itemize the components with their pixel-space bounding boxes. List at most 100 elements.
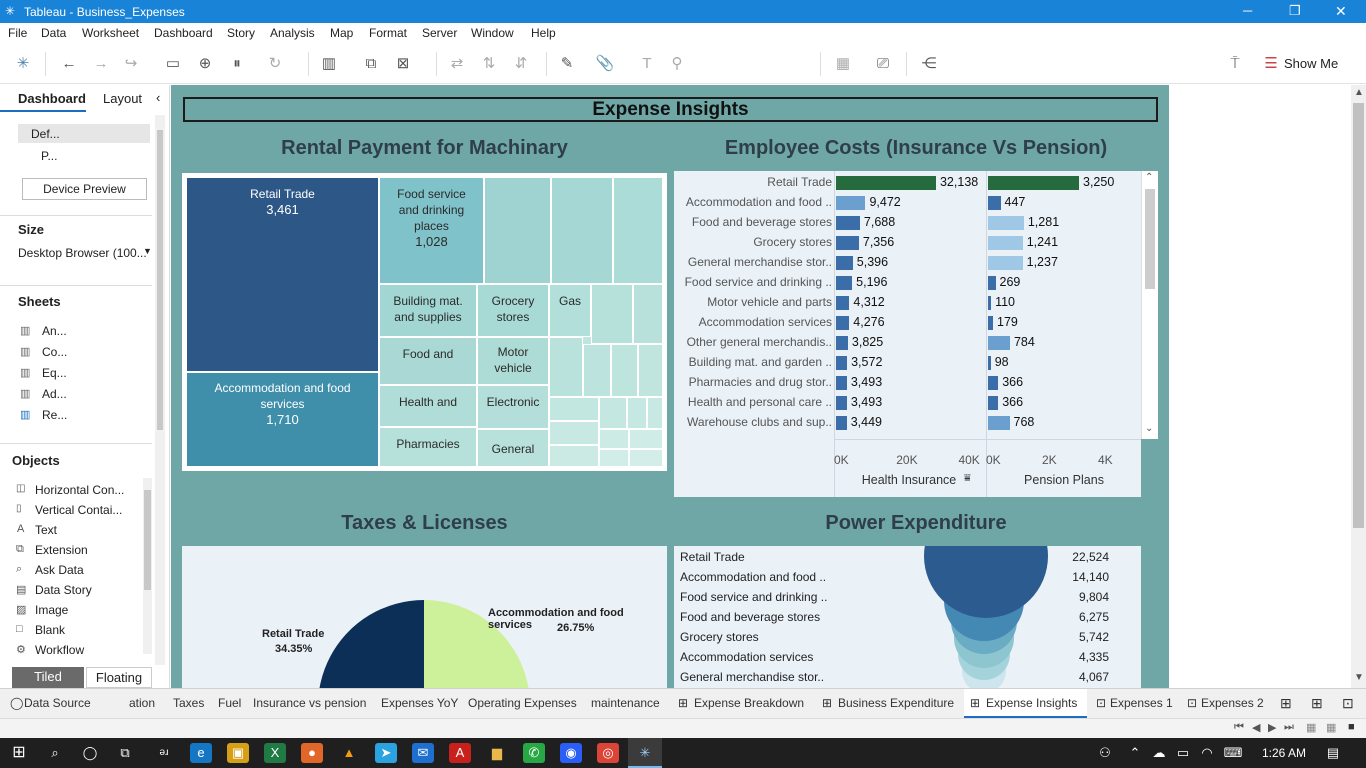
- tab-story[interactable]: Expenses 1: [1106, 689, 1177, 718]
- health-insurance-bar[interactable]: [836, 396, 847, 410]
- keyboard-icon[interactable]: ⌨: [1222, 743, 1244, 763]
- show-tabs-icon[interactable]: ▦: [1326, 721, 1336, 734]
- chrome-icon[interactable]: ◎: [597, 743, 619, 763]
- chevron-up-icon[interactable]: ⌃: [1124, 743, 1146, 763]
- scrollbar-thumb[interactable]: [1145, 189, 1155, 289]
- object-item[interactable]: Extension: [35, 543, 88, 557]
- share-icon[interactable]: ⋲: [918, 54, 940, 74]
- pin-icon[interactable]: ⚲: [666, 54, 688, 74]
- edge-icon[interactable]: e: [190, 743, 212, 763]
- treemap-cell[interactable]: [627, 397, 647, 429]
- treemap-cell-retail-trade[interactable]: Retail Trade 3,461: [186, 177, 379, 372]
- sheet-item[interactable]: Eq...: [42, 366, 67, 380]
- pension-plans-bar[interactable]: [988, 336, 1010, 350]
- tab-sheet[interactable]: maintenance: [587, 689, 664, 718]
- zoom-icon[interactable]: ◉: [560, 743, 582, 763]
- menu-analysis[interactable]: Analysis: [270, 26, 315, 40]
- show-cards-icon[interactable]: ▦: [832, 54, 854, 74]
- presentation-icon[interactable]: ⎚: [872, 54, 894, 74]
- menu-format[interactable]: Format: [369, 26, 407, 40]
- save-icon[interactable]: ▭: [162, 54, 184, 74]
- tab-sheet[interactable]: Insurance vs pension: [249, 689, 370, 718]
- object-item[interactable]: Image: [35, 603, 68, 617]
- sheet-item[interactable]: Co...: [42, 345, 67, 359]
- object-item[interactable]: Workflow: [35, 643, 84, 657]
- treemap-cell-food-and[interactable]: Food and: [379, 337, 477, 385]
- onedrive-icon[interactable]: ☁: [1148, 743, 1170, 763]
- menu-worksheet[interactable]: Worksheet: [82, 26, 139, 40]
- menu-map[interactable]: Map: [330, 26, 353, 40]
- show-me-icon[interactable]: ☰: [1260, 54, 1282, 74]
- wifi-icon[interactable]: ◠: [1196, 743, 1218, 763]
- treemap-cell[interactable]: [629, 449, 663, 467]
- device-default[interactable]: Def...: [31, 127, 60, 141]
- pension-plans-bar[interactable]: [988, 216, 1024, 230]
- sheet-item[interactable]: An...: [42, 324, 67, 338]
- prev-sheet-icon[interactable]: ◀: [1252, 721, 1260, 734]
- scrollbar-thumb[interactable]: [1353, 103, 1364, 528]
- replay-icon[interactable]: ↪: [120, 54, 142, 74]
- treemap-cell-general[interactable]: General: [477, 429, 549, 467]
- sheet-item[interactable]: Ad...: [42, 387, 67, 401]
- pension-plans-bar[interactable]: [988, 416, 1010, 430]
- cortana-icon[interactable]: ◯: [79, 743, 101, 763]
- whatsapp-icon[interactable]: ✆: [523, 743, 545, 763]
- tab-sheet[interactable]: Expenses YoY: [377, 689, 462, 718]
- health-insurance-bar[interactable]: [836, 356, 848, 370]
- labels-icon[interactable]: T: [636, 54, 658, 74]
- pension-plans-bar[interactable]: [988, 236, 1023, 250]
- people-icon[interactable]: ⚇: [1094, 743, 1116, 763]
- first-sheet-icon[interactable]: ⏮: [1234, 721, 1244, 734]
- new-dashboard-tab-icon[interactable]: ⊞: [1307, 689, 1327, 718]
- refresh-icon[interactable]: ↻: [264, 54, 286, 74]
- vertical-scrollbar[interactable]: ▲ ▼: [1351, 85, 1366, 688]
- treemap-cell-accommodation[interactable]: Accommodation and food services 1,710: [186, 372, 379, 467]
- menu-server[interactable]: Server: [422, 26, 457, 40]
- scroll-up-icon[interactable]: ⌃: [1145, 172, 1153, 183]
- tab-dashboard[interactable]: Dashboard: [18, 91, 86, 106]
- tableau-logo-icon[interactable]: ✳: [12, 54, 34, 74]
- treemap-cell[interactable]: [549, 421, 599, 445]
- tab-sheet[interactable]: Taxes: [169, 689, 208, 718]
- treemap-cell[interactable]: [613, 177, 663, 284]
- menu-window[interactable]: Window: [471, 26, 514, 40]
- tab-sheet[interactable]: ation: [125, 689, 159, 718]
- treemap-cell-pharmacies[interactable]: Pharmacies: [379, 427, 477, 467]
- health-insurance-bar[interactable]: [836, 276, 853, 290]
- treemap-cell[interactable]: [484, 177, 551, 284]
- scroll-down-icon[interactable]: ⌄: [1145, 423, 1153, 434]
- treemap-cell[interactable]: [633, 284, 663, 344]
- next-sheet-icon[interactable]: ▶: [1268, 721, 1276, 734]
- objects-scrollbar-thumb[interactable]: [144, 490, 151, 590]
- restore-button[interactable]: ❐: [1289, 3, 1301, 19]
- power-bubble[interactable]: [924, 546, 1048, 618]
- show-grid-icon[interactable]: ■: [1348, 721, 1355, 733]
- app-icon[interactable]: ǝɹ: [153, 743, 175, 763]
- object-item[interactable]: Horizontal Con...: [35, 483, 124, 497]
- last-sheet-icon[interactable]: ⏭: [1284, 721, 1294, 734]
- clear-sheet-icon[interactable]: ⊠: [392, 54, 414, 74]
- treemap-cell[interactable]: [549, 445, 599, 467]
- notifications-icon[interactable]: ▤: [1322, 743, 1344, 763]
- treemap-cell[interactable]: [591, 284, 633, 344]
- tab-story[interactable]: Expenses 2: [1197, 689, 1268, 718]
- tab-dashboard[interactable]: Business Expenditure: [834, 689, 958, 718]
- treemap-cell-motor-vehicle[interactable]: Motor vehicle: [477, 337, 549, 385]
- object-item[interactable]: Vertical Contai...: [35, 503, 122, 517]
- object-item[interactable]: Text: [35, 523, 57, 537]
- health-insurance-bar[interactable]: [836, 416, 847, 430]
- treemap-cell-building[interactable]: Building mat. and supplies: [379, 284, 477, 337]
- employee-costs-scrollbar[interactable]: ⌃ ⌄: [1141, 171, 1158, 439]
- tab-dashboard[interactable]: Expense Breakdown: [690, 689, 808, 718]
- collapse-pane-icon[interactable]: ‹: [156, 90, 160, 105]
- menu-story[interactable]: Story: [227, 26, 255, 40]
- store-icon[interactable]: ▣: [227, 743, 249, 763]
- tab-expense-insights-active[interactable]: Expense Insights: [982, 689, 1081, 718]
- menu-data[interactable]: Data: [41, 26, 66, 40]
- scroll-down-icon[interactable]: ▼: [1354, 672, 1364, 683]
- windows-start-icon[interactable]: ⊞: [8, 743, 30, 763]
- health-insurance-bar[interactable]: [836, 236, 859, 250]
- device-phone[interactable]: P...: [41, 149, 57, 163]
- treemap-cell[interactable]: [599, 449, 629, 467]
- pie-slice-retail-trade[interactable]: [318, 600, 424, 688]
